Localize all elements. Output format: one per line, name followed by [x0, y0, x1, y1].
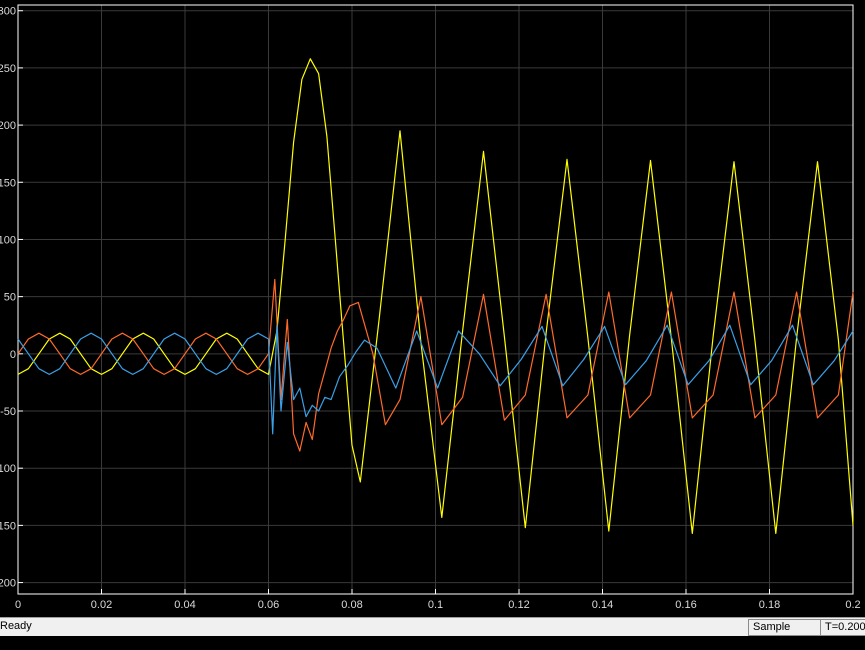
y-tick-label: 50 — [4, 292, 16, 304]
status-time-cell: T=0.200 — [820, 619, 865, 636]
scope-chart: 0 0.02 0.04 0.06 0.08 0.1 0.12 0.14 0.16 0.18 0.2 -… — [0, 4, 861, 611]
status-bar: Ready Sample based T=0.200 — [0, 617, 865, 648]
y-tick-label: -150 — [0, 520, 16, 532]
scope-plot-area[interactable]: 0 0.02 0.04 0.06 0.08 0.1 0.12 0.14 0.16 0.18 0.2 -… — [0, 0, 865, 615]
y-tick-label: -200 — [0, 578, 16, 590]
y-tick-label: 100 — [0, 234, 16, 246]
x-tick-label: 0.08 — [341, 599, 362, 611]
y-tick-label: 150 — [0, 177, 16, 189]
x-tick-label: 0.1 — [428, 599, 443, 611]
y-tick-label: -100 — [0, 463, 16, 475]
x-tick-label: 0.02 — [91, 599, 112, 611]
y-tick-label: 250 — [0, 63, 16, 75]
x-tick-label: 0.06 — [258, 599, 279, 611]
x-tick-label: 0.16 — [675, 599, 696, 611]
status-ready-text: Ready — [0, 620, 32, 632]
status-mode-cell: Sample based — [748, 619, 822, 648]
x-tick-label: 0 — [15, 599, 21, 611]
x-tick-label: 0.18 — [759, 599, 780, 611]
y-tick-label: 200 — [0, 120, 16, 132]
y-tick-label: -50 — [0, 406, 16, 418]
x-tick-label: 0.2 — [845, 599, 860, 611]
y-tick-label: 300 — [0, 6, 16, 18]
x-tick-label: 0.14 — [592, 599, 613, 611]
y-tick-label: 0 — [10, 349, 16, 361]
x-tick-label: 0.12 — [508, 599, 529, 611]
x-tick-label: 0.04 — [174, 599, 195, 611]
